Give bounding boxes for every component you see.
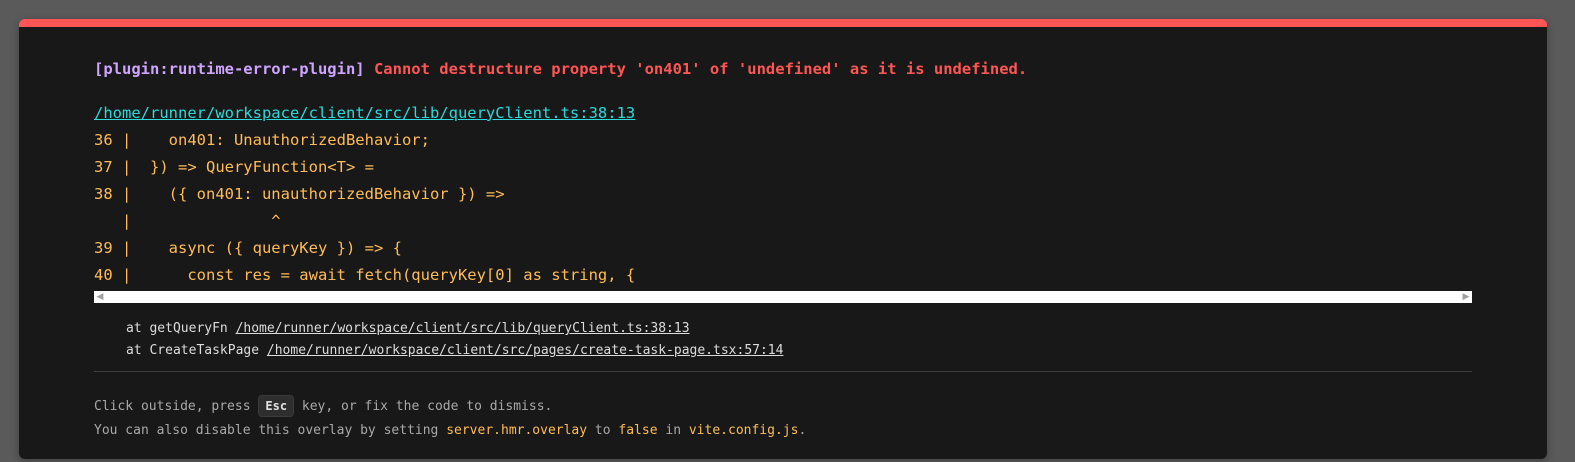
code-frame[interactable]: 36 | on401: UnauthorizedBehavior; 37 | }… bbox=[94, 131, 1472, 291]
config-file: vite.config.js bbox=[688, 423, 799, 438]
error-file-link[interactable]: /home/runner/workspace/client/src/lib/qu… bbox=[94, 104, 635, 122]
stack-path-link[interactable]: /home/runner/workspace/client/src/lib/qu… bbox=[236, 321, 690, 336]
stack-frame: at CreateTaskPage /home/runner/workspace… bbox=[126, 343, 783, 358]
setting-name: server.hmr.overlay bbox=[446, 423, 588, 438]
error-overlay: [plugin:runtime-error-plugin] Cannot des… bbox=[19, 19, 1547, 459]
esc-key-badge: Esc bbox=[258, 395, 295, 417]
tip-text: Click outside, press bbox=[94, 399, 259, 414]
stack-prefix: at getQueryFn bbox=[126, 321, 236, 336]
horizontal-scrollbar[interactable]: ◀ ▶ bbox=[94, 291, 1472, 303]
stack-path-link[interactable]: /home/runner/workspace/client/src/pages/… bbox=[267, 343, 784, 358]
tip-text: key, or fix the code to dismiss. bbox=[294, 399, 553, 414]
code-line: 37 | }) => QueryFunction<T> = bbox=[94, 158, 374, 176]
tip-text: to bbox=[587, 423, 619, 438]
error-message: Cannot destructure property 'on401' of '… bbox=[373, 60, 1028, 78]
stack-prefix: at CreateTaskPage bbox=[126, 343, 267, 358]
scroll-left-arrow-icon[interactable]: ◀ bbox=[94, 291, 106, 303]
plugin-name: [plugin:runtime-error-plugin] bbox=[94, 60, 365, 78]
tip-text: in bbox=[657, 423, 689, 438]
tip-text: . bbox=[798, 423, 807, 438]
setting-value: false bbox=[618, 423, 658, 438]
stack-frame: at getQueryFn /home/runner/workspace/cli… bbox=[126, 321, 690, 336]
error-header: [plugin:runtime-error-plugin] Cannot des… bbox=[94, 60, 1027, 78]
scroll-right-arrow-icon[interactable]: ▶ bbox=[1460, 291, 1472, 303]
code-line: 38 | ({ on401: unauthorizedBehavior }) =… bbox=[94, 185, 505, 203]
divider bbox=[94, 371, 1472, 372]
config-tip: You can also disable this overlay by set… bbox=[94, 423, 806, 438]
code-line-caret: | ^ bbox=[94, 212, 281, 230]
code-line: 40 | const res = await fetch(queryKey[0]… bbox=[94, 266, 636, 284]
code-line: 39 | async ({ queryKey }) => { bbox=[94, 239, 402, 257]
dismiss-tip: Click outside, press Esc key, or fix the… bbox=[94, 395, 552, 417]
tip-text: You can also disable this overlay by set… bbox=[94, 423, 447, 438]
code-line: 36 | on401: UnauthorizedBehavior; bbox=[94, 131, 430, 149]
